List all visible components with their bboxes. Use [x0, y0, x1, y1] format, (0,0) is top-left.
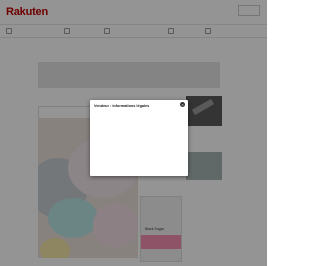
- dialog-title: Vendeur : informations légales: [94, 104, 150, 108]
- seller-legal-info-dialog: Vendeur : informations légales ×: [90, 100, 188, 176]
- close-icon[interactable]: ×: [180, 102, 185, 107]
